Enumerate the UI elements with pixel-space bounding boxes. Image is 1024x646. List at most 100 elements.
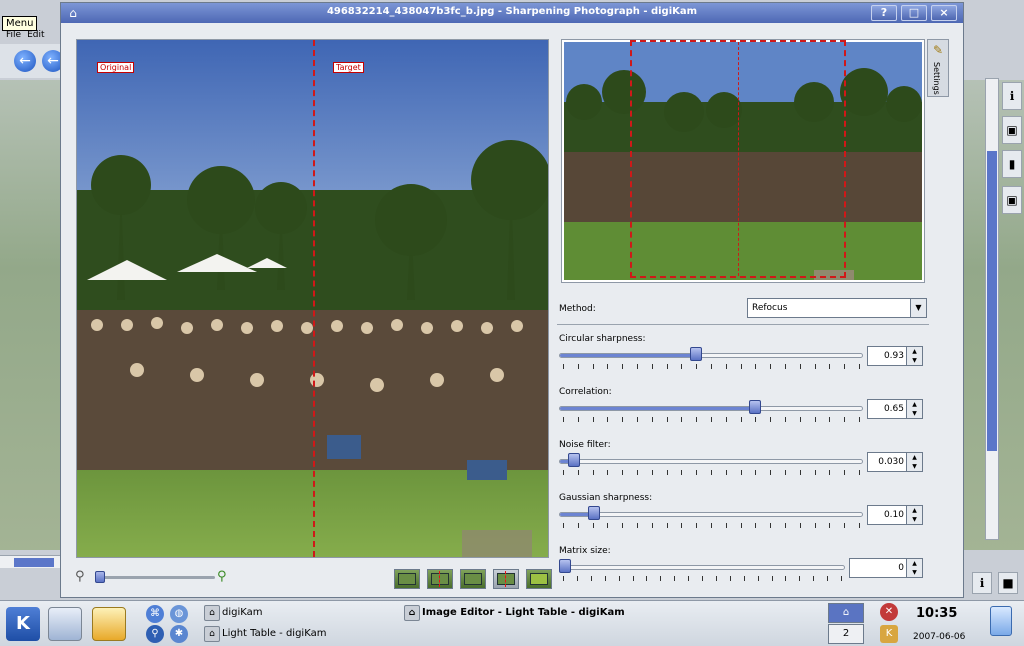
share-icon[interactable]: ✱ — [170, 625, 188, 643]
spin-up-icon[interactable]: ▲ — [907, 347, 922, 356]
tick-mark — [667, 523, 668, 528]
spin-up-icon[interactable]: ▲ — [907, 400, 922, 409]
menu-edit[interactable]: Edit — [27, 30, 44, 40]
status-stop-icon[interactable]: ■ — [998, 572, 1018, 594]
param-spinbox[interactable]: 0.030 ▲ ▼ — [867, 452, 923, 472]
spin-buttons[interactable]: ▲ ▼ — [906, 347, 922, 365]
preview-mode-duplicate-button[interactable] — [493, 569, 519, 589]
menu-file[interactable]: File — [6, 30, 21, 40]
param-spinbox[interactable]: 0 ▲ ▼ — [849, 558, 923, 578]
globe-icon[interactable]: ◍ — [170, 605, 188, 623]
scrollbar-thumb[interactable] — [14, 558, 54, 567]
tick-mark — [605, 576, 606, 581]
tick-mark — [859, 364, 860, 369]
param-slider-track[interactable] — [559, 353, 863, 358]
background-vertical-scrollbar[interactable] — [985, 78, 999, 540]
tick-mark — [785, 417, 786, 422]
param-label: Gaussian sharpness: — [559, 493, 653, 503]
task-digikam[interactable]: ⌂ digiKam — [202, 603, 263, 623]
preview-panel[interactable]: Original Target — [76, 39, 549, 558]
param-slider-track[interactable] — [559, 512, 863, 517]
task-image-editor[interactable]: ⌂ Image Editor - Light Table - digiKam — [402, 603, 625, 623]
spin-buttons[interactable]: ▲ ▼ — [906, 453, 922, 471]
maximize-button[interactable]: □ — [901, 5, 927, 21]
spin-buttons[interactable]: ▲ ▼ — [906, 559, 922, 577]
split-guide-line[interactable] — [313, 40, 315, 557]
status-info-icon[interactable]: ℹ — [972, 572, 992, 594]
info-icon[interactable]: ℹ — [1002, 82, 1022, 110]
zoom-control: ⚲ ⚲ — [75, 569, 235, 585]
spin-up-icon[interactable]: ▲ — [907, 453, 922, 462]
param-slider-track[interactable] — [559, 406, 863, 411]
param-value: 0.030 — [878, 457, 904, 467]
spin-up-icon[interactable]: ▲ — [907, 559, 922, 568]
desktop-pager-1[interactable]: ⌂ — [828, 603, 864, 623]
preview-mode-split-vertical-button[interactable] — [427, 569, 453, 589]
help-button[interactable]: ? — [871, 5, 897, 21]
param-spinbox[interactable]: 0.93 ▲ ▼ — [867, 346, 923, 366]
preview-mode-target-button[interactable] — [526, 569, 552, 589]
properties-icon[interactable]: ▣ — [1002, 116, 1022, 144]
param-slider-thumb[interactable] — [748, 400, 761, 414]
spin-down-icon[interactable]: ▼ — [907, 409, 922, 418]
zoom-slider-thumb[interactable] — [95, 571, 105, 583]
param-slider-track[interactable] — [559, 565, 845, 570]
overview-panel[interactable] — [561, 39, 925, 283]
param-spinbox[interactable]: 0.10 ▲ ▼ — [867, 505, 923, 525]
chevron-down-icon[interactable]: ▼ — [910, 299, 926, 317]
tick-mark — [741, 523, 742, 528]
klipper-icon[interactable]: K — [880, 625, 898, 643]
geolocation-icon[interactable]: ▣ — [1002, 186, 1022, 214]
param-ticks — [559, 417, 863, 422]
task-label: Image Editor - Light Table - digiKam — [422, 607, 625, 618]
trash-icon[interactable] — [990, 606, 1012, 636]
spin-up-icon[interactable]: ▲ — [907, 506, 922, 515]
spin-down-icon[interactable]: ▼ — [907, 515, 922, 524]
background-horizontal-scrollbar[interactable] — [0, 555, 60, 568]
scrollbar-thumb[interactable] — [987, 151, 997, 451]
desktop-pager-2[interactable]: 2 — [828, 624, 864, 644]
param-value: 0 — [898, 563, 904, 573]
tick-mark — [563, 364, 564, 369]
method-select[interactable]: Refocus ▼ — [747, 298, 927, 318]
color-icon[interactable]: ▮ — [1002, 150, 1022, 178]
network-icon[interactable]: ⌘ — [146, 605, 164, 623]
spin-down-icon[interactable]: ▼ — [907, 356, 922, 365]
tick-mark — [674, 576, 675, 581]
param-slider-thumb[interactable] — [567, 453, 580, 467]
param-spinbox[interactable]: 0.65 ▲ ▼ — [867, 399, 923, 419]
tick-mark — [799, 576, 800, 581]
computer-icon[interactable] — [48, 607, 82, 641]
close-button[interactable]: × — [931, 5, 957, 21]
preview-mode-split-horizontal-button[interactable] — [460, 569, 486, 589]
preview-mode-original-button[interactable] — [394, 569, 420, 589]
tick-mark — [667, 364, 668, 369]
param-slider-thumb[interactable] — [690, 347, 703, 361]
tick-mark — [755, 364, 756, 369]
back-arrow-icon[interactable]: ← — [14, 50, 36, 72]
task-light-table[interactable]: ⌂ Light Table - digiKam — [202, 624, 326, 644]
network-status-icon[interactable]: ✕ — [880, 603, 898, 621]
spin-buttons[interactable]: ▲ ▼ — [906, 506, 922, 524]
zoom-out-icon[interactable]: ⚲ — [75, 569, 91, 585]
spin-down-icon[interactable]: ▼ — [907, 568, 922, 577]
clock-time[interactable]: 10:35 — [916, 606, 957, 621]
param-slider-thumb[interactable] — [559, 559, 571, 573]
search-icon[interactable]: ⚲ — [146, 625, 164, 643]
param-ticks — [559, 470, 863, 475]
param-slider-track[interactable] — [559, 459, 863, 464]
kde-menu-icon[interactable]: K — [6, 607, 40, 641]
tick-mark — [813, 576, 814, 581]
overview-selection[interactable] — [630, 40, 846, 278]
spin-down-icon[interactable]: ▼ — [907, 462, 922, 471]
param-slider-thumb[interactable] — [588, 506, 601, 520]
tick-mark — [859, 417, 860, 422]
zoom-in-icon[interactable]: ⚲ — [217, 569, 233, 585]
spin-buttons[interactable]: ▲ ▼ — [906, 400, 922, 418]
titlebar[interactable]: ⌂ 496832214_438047b3fc_b.jpg - Sharpenin… — [61, 3, 963, 23]
settings-tab[interactable]: ✎ Settings — [927, 39, 949, 97]
zoom-slider-track[interactable] — [97, 576, 215, 579]
param-value: 0.65 — [883, 404, 904, 414]
editor-icon[interactable] — [92, 607, 126, 641]
clock-date[interactable]: 2007-06-06 — [913, 632, 965, 642]
